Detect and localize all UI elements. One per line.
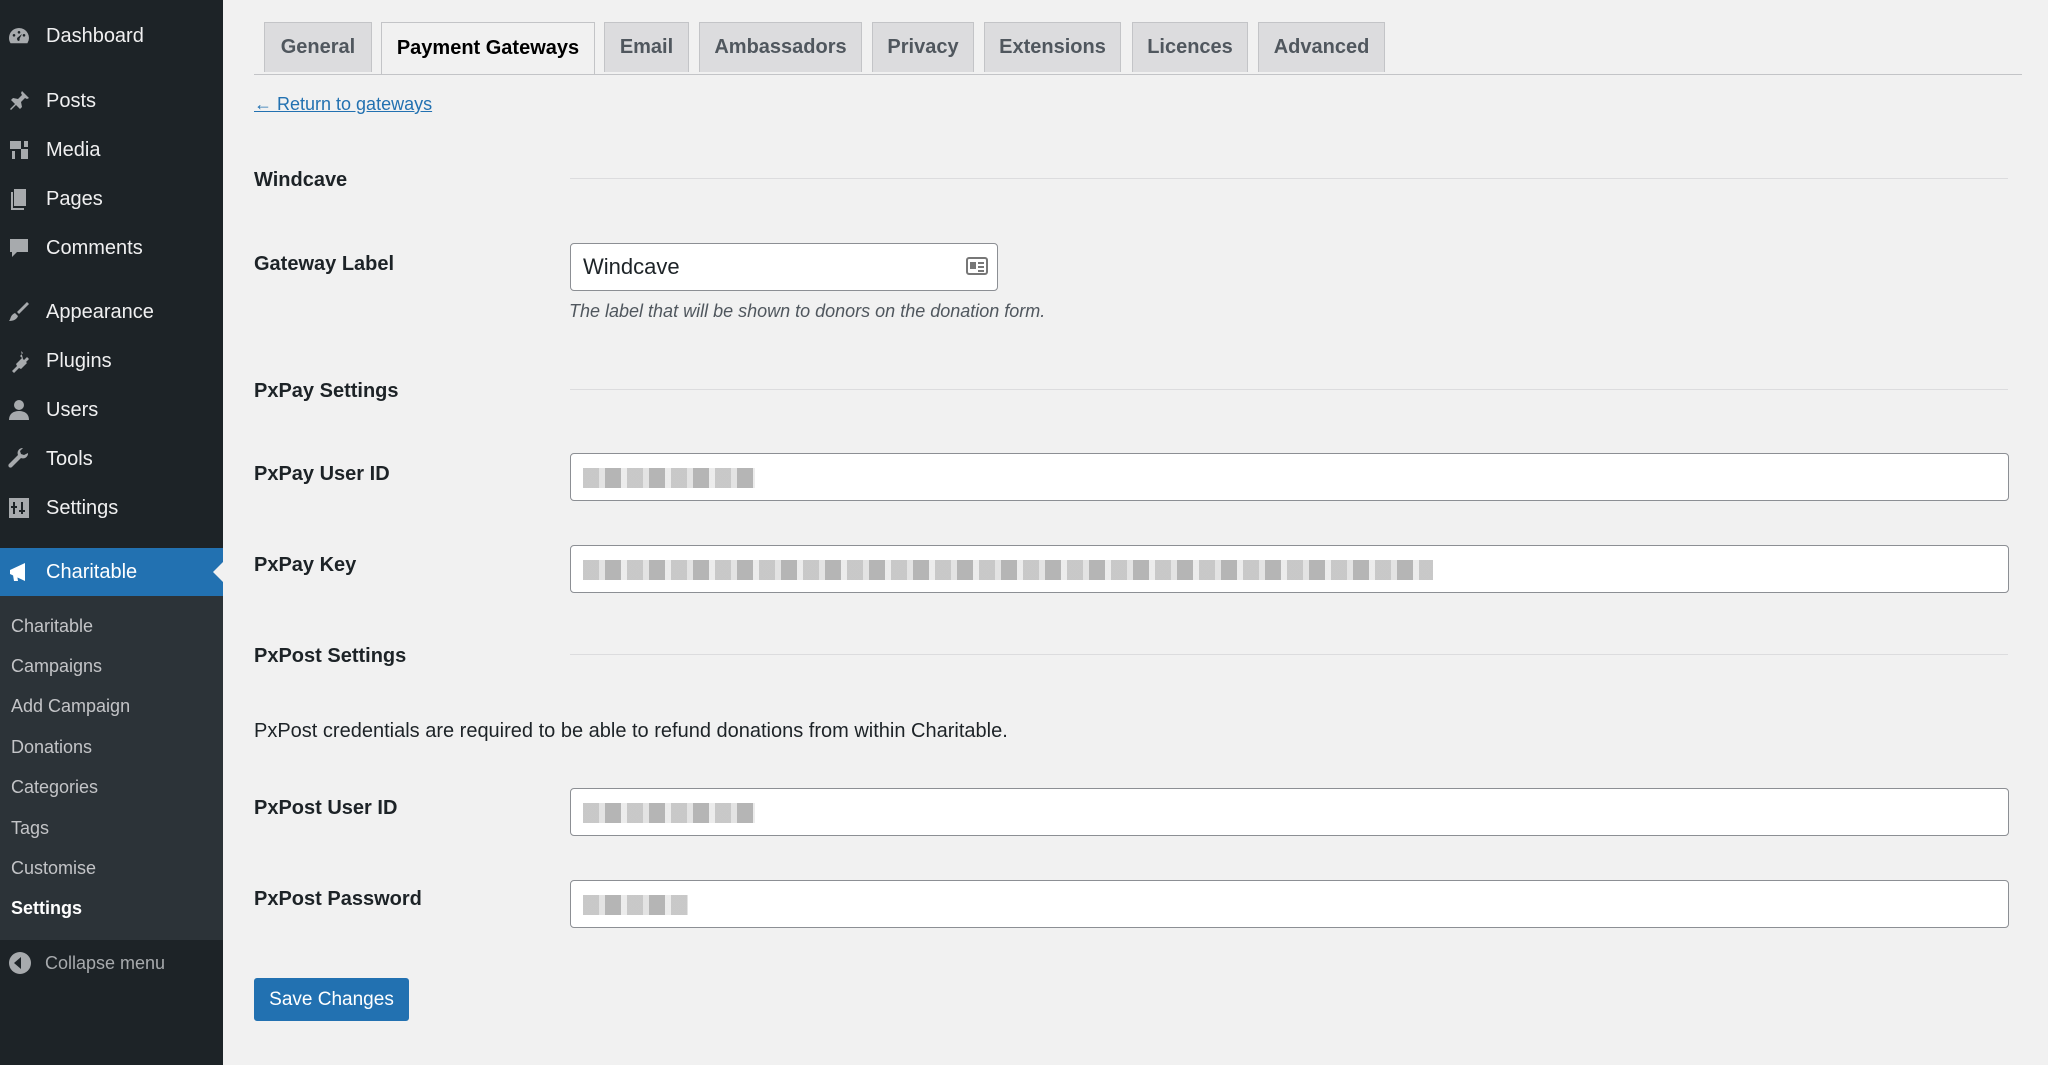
tab-licences[interactable]: Licences (1132, 22, 1248, 72)
gateway-label-field (570, 243, 998, 291)
save-changes-button[interactable]: Save Changes (254, 978, 409, 1021)
menu-item-appearance[interactable]: Appearance (0, 292, 223, 332)
section-title-windcave: Windcave (254, 169, 348, 191)
gateway-label-input[interactable] (571, 244, 997, 290)
menu-item-media[interactable]: Media (0, 130, 223, 170)
pxpay-key-label: PxPay Key (254, 554, 357, 576)
submenu-item-charitable[interactable]: Charitable (11, 611, 93, 641)
submenu-item-categories[interactable]: Categories (11, 772, 98, 802)
wrench-icon (6, 446, 32, 472)
tab-privacy[interactable]: Privacy (872, 22, 974, 72)
menu-label: Media (46, 138, 101, 161)
dashboard-icon (6, 23, 32, 49)
comment-icon (6, 235, 32, 261)
settings-icon (6, 495, 32, 521)
menu-label: Appearance (46, 300, 154, 323)
menu-label: Plugins (46, 349, 112, 372)
pxpost-user-id-label: PxPost User ID (254, 797, 398, 819)
pin-icon (6, 88, 32, 114)
section-divider (570, 178, 2008, 179)
menu-label: Users (46, 398, 99, 421)
return-to-gateways-link[interactable]: ← Return to gateways (254, 94, 432, 115)
gateway-label-description: The label that will be shown to donors o… (569, 301, 1046, 321)
pxpay-user-id-field[interactable] (570, 453, 2009, 501)
brush-icon (6, 299, 32, 325)
tab-extensions[interactable]: Extensions (984, 22, 1121, 72)
megaphone-icon (6, 559, 32, 585)
media-icon (6, 137, 32, 163)
menu-item-charitable[interactable]: Charitable (0, 548, 223, 596)
menu-label: Posts (46, 89, 97, 112)
redacted-value (583, 895, 688, 915)
menu-label: Dashboard (46, 24, 144, 47)
submenu-item-customise[interactable]: Customise (11, 853, 96, 883)
plugin-icon (6, 348, 32, 374)
menu-item-tools[interactable]: Tools (0, 439, 223, 479)
pxpay-key-field[interactable] (570, 545, 2009, 593)
admin-sidebar: Dashboard Posts Media Pages Comments App… (0, 0, 223, 1065)
pxpost-intro-text: PxPost credentials are required to be ab… (254, 720, 1008, 742)
submenu-item-campaigns[interactable]: Campaigns (11, 651, 102, 681)
redacted-value (583, 803, 755, 823)
redacted-value (583, 468, 755, 488)
tab-payment-gateways[interactable]: Payment Gateways (381, 22, 595, 74)
collapse-arrow-icon (9, 952, 31, 974)
redacted-value (583, 560, 1433, 580)
tab-general[interactable]: General (264, 22, 372, 72)
collapse-menu-button[interactable]: Collapse menu (0, 948, 223, 978)
menu-item-posts[interactable]: Posts (0, 81, 223, 121)
menu-label: Charitable (46, 560, 138, 583)
section-divider (570, 389, 2008, 390)
charitable-submenu: Charitable Campaigns Add Campaign Donati… (0, 596, 223, 940)
menu-label: Tools (46, 447, 93, 470)
menu-label: Comments (46, 236, 143, 259)
collapse-label: Collapse menu (45, 952, 166, 973)
menu-item-settings[interactable]: Settings (0, 488, 223, 528)
submenu-item-add-campaign[interactable]: Add Campaign (11, 691, 130, 721)
pxpost-user-id-field[interactable] (570, 788, 2009, 836)
tab-ambassadors[interactable]: Ambassadors (699, 22, 862, 72)
menu-item-plugins[interactable]: Plugins (0, 341, 223, 381)
pxpost-password-label: PxPost Password (254, 888, 422, 910)
menu-label: Pages (46, 187, 103, 210)
menu-item-comments[interactable]: Comments (0, 228, 223, 268)
menu-item-dashboard[interactable]: Dashboard (0, 16, 223, 56)
tab-email[interactable]: Email (604, 22, 689, 72)
pages-icon (6, 186, 32, 212)
pxpost-password-field[interactable] (570, 880, 2009, 928)
menu-item-users[interactable]: Users (0, 390, 223, 430)
menu-item-pages[interactable]: Pages (0, 179, 223, 219)
submenu-item-tags[interactable]: Tags (11, 813, 49, 843)
pxpay-user-id-label: PxPay User ID (254, 463, 390, 485)
user-icon (6, 397, 32, 423)
submenu-item-donations[interactable]: Donations (11, 732, 92, 762)
section-divider (570, 654, 2008, 655)
gateway-label-label: Gateway Label (254, 253, 395, 275)
section-title-pxpay: PxPay Settings (254, 380, 399, 402)
contact-card-icon[interactable] (966, 257, 988, 275)
settings-tabs: General Payment Gateways Email Ambassado… (254, 22, 2022, 75)
tab-advanced[interactable]: Advanced (1258, 22, 1385, 72)
section-title-pxpost: PxPost Settings (254, 645, 407, 667)
menu-label: Settings (46, 496, 119, 519)
submenu-item-settings[interactable]: Settings (11, 893, 82, 923)
